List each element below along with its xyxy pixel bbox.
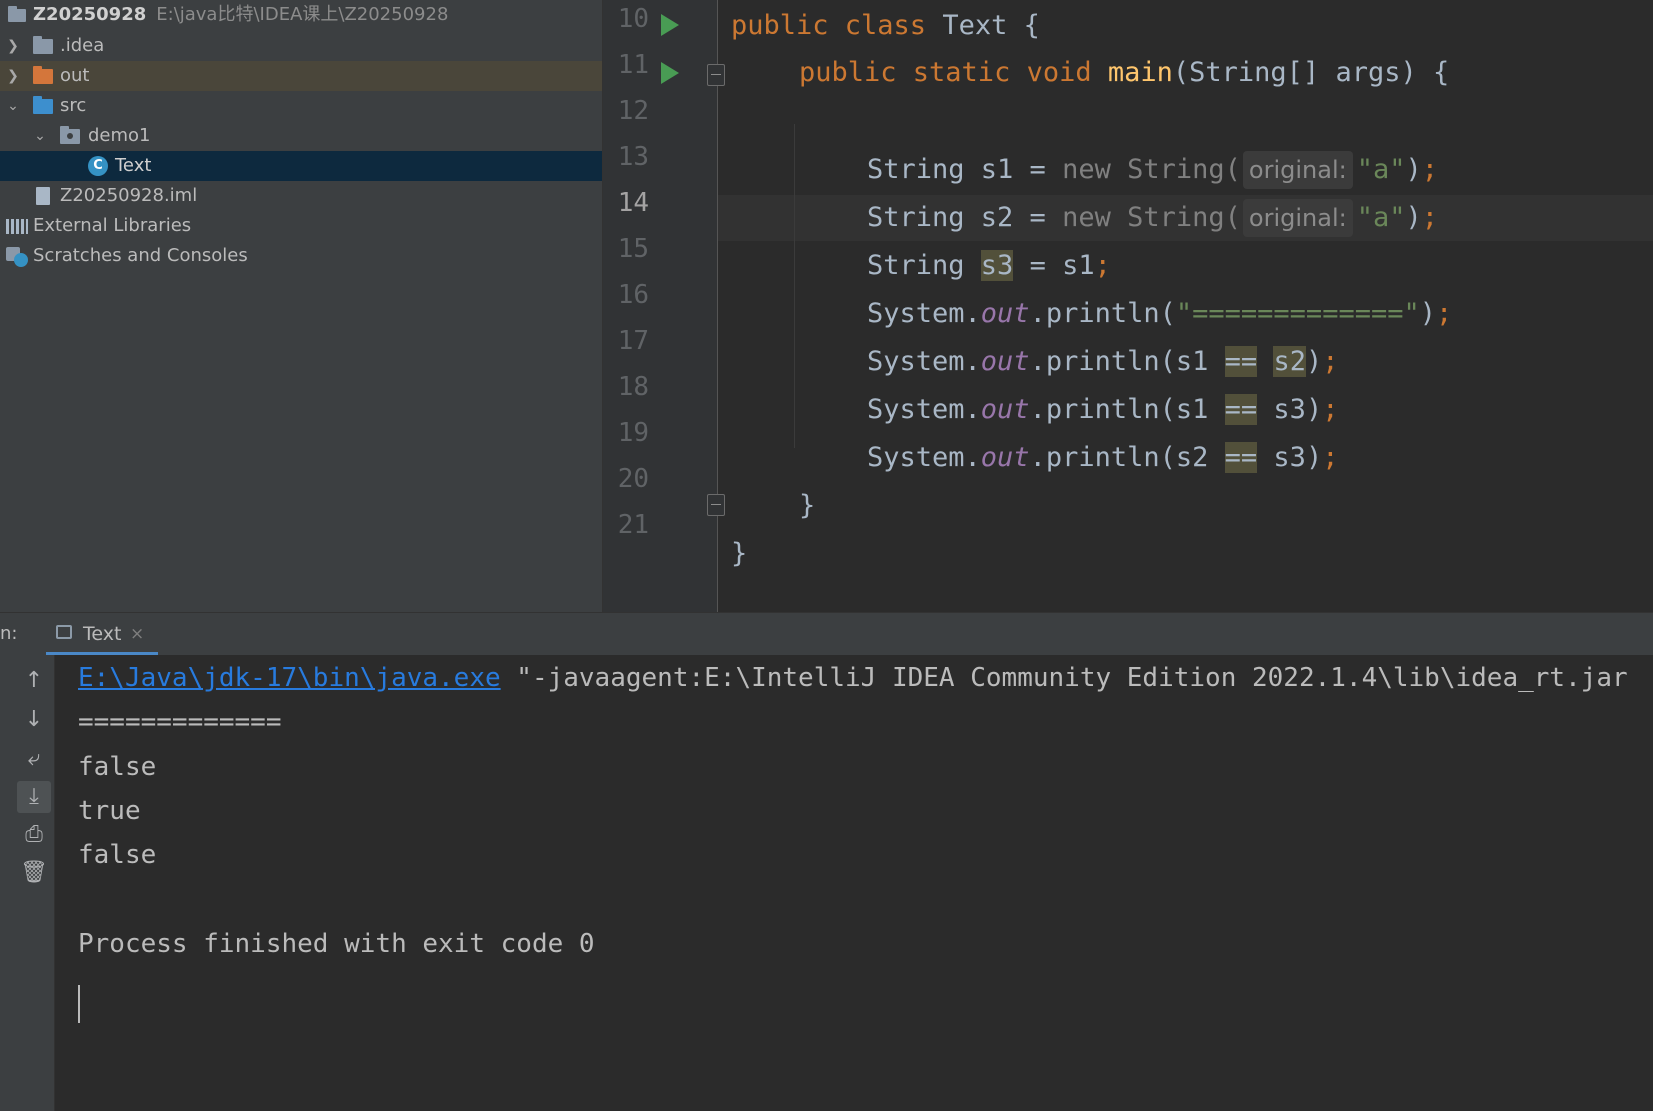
java-class-icon: C — [88, 156, 108, 176]
parameter-hint: original: — [1242, 151, 1353, 189]
console-line: true — [78, 796, 141, 826]
tree-item-label: src — [60, 95, 87, 116]
code-line-10[interactable]: public class Text { — [731, 3, 1040, 49]
project-root-name: Z20250928 — [33, 4, 147, 25]
console-line: false — [78, 840, 157, 870]
code-line-13[interactable]: String s1 = new String(original: "a"); — [867, 147, 1438, 193]
tree-item-label: External Libraries — [33, 215, 192, 236]
iml-file-icon — [36, 187, 50, 205]
chevron-right-icon[interactable]: ❯ — [4, 31, 22, 61]
code-line-14[interactable]: String s2 = new String(original: "a"); — [867, 195, 1438, 241]
usage-highlight: == — [1224, 346, 1258, 377]
line-number: 16 — [617, 280, 649, 310]
print-icon[interactable]: ⎙ — [17, 819, 51, 851]
project-root-path: E:\java比特\IDEA课上\Z20250928 — [156, 4, 449, 25]
usage-highlight: s3 — [980, 250, 1014, 281]
line-number: 18 — [617, 372, 649, 402]
line-number-current: 14 — [617, 188, 649, 218]
line-number: 12 — [617, 96, 649, 126]
tree-item-label: Scratches and Consoles — [33, 245, 248, 266]
usage-highlight: s2 — [1273, 346, 1306, 377]
tree-item-iml[interactable]: Z20250928.iml — [0, 181, 602, 211]
line-number: 15 — [617, 234, 649, 264]
chevron-down-icon[interactable]: ⌄ — [4, 91, 22, 121]
java-path-link[interactable]: E:\Java\jdk-17\bin\java.exe — [78, 663, 501, 693]
code-line-20[interactable]: } — [799, 483, 815, 529]
chevron-right-icon[interactable]: ❯ — [4, 61, 22, 91]
tree-item-idea[interactable]: ❯ .idea — [0, 31, 602, 61]
line-number: 13 — [617, 142, 649, 172]
parameter-hint: original: — [1242, 199, 1353, 237]
run-main-icon[interactable] — [661, 62, 679, 84]
line-number: 19 — [617, 418, 649, 448]
tree-item-scratches[interactable]: Scratches and Consoles — [0, 241, 602, 271]
console-line: false — [78, 752, 157, 782]
code-line-15[interactable]: String s3 = s1; — [867, 243, 1111, 289]
tree-item-demo1[interactable]: ⌄ demo1 — [0, 121, 602, 151]
tree-item-label: Z20250928.iml — [60, 185, 198, 206]
libraries-icon — [6, 219, 28, 234]
tree-item-out[interactable]: ❯ out — [0, 61, 602, 91]
usage-highlight: == — [1224, 442, 1258, 473]
close-icon[interactable]: × — [130, 613, 144, 655]
code-line-16[interactable]: System.out.println("============="); — [867, 291, 1452, 337]
text-caret — [78, 985, 80, 1023]
console-output[interactable]: E:\Java\jdk-17\bin\java.exe "-javaagent:… — [55, 655, 1653, 1111]
run-window-title: n: — [0, 623, 18, 644]
console-command-line: E:\Java\jdk-17\bin\java.exe "-javaagent:… — [78, 663, 1628, 693]
console-exit-line: Process finished with exit code 0 — [78, 929, 595, 959]
tree-item-text[interactable]: C Text — [0, 151, 602, 181]
run-tool-window-header: n: Text × — [0, 612, 1653, 656]
arrow-down-icon[interactable]: ↓ — [17, 704, 51, 736]
code-line-21[interactable]: } — [731, 531, 747, 577]
tree-item-label: Text — [115, 155, 152, 176]
tree-item-label: .idea — [60, 35, 105, 56]
run-tab-text[interactable]: Text × — [46, 613, 158, 655]
line-number: 11 — [617, 50, 649, 80]
console-icon — [56, 625, 72, 639]
chevron-down-icon[interactable]: ⌄ — [31, 121, 49, 151]
fold-icon[interactable] — [707, 494, 725, 516]
tree-item-src[interactable]: ⌄ src — [0, 91, 602, 121]
console-line: ============= — [78, 707, 282, 737]
run-class-icon[interactable] — [661, 14, 679, 36]
arrow-up-icon[interactable]: ↑ — [17, 665, 51, 697]
project-panel: Z20250928 E:\java比特\IDEA课上\Z20250928 ❯ .i… — [0, 0, 602, 612]
code-line-19[interactable]: System.out.println(s2 == s3); — [867, 435, 1338, 481]
line-number: 20 — [617, 464, 649, 494]
trash-icon[interactable]: 🗑 — [17, 857, 51, 889]
code-line-18[interactable]: System.out.println(s1 == s3); — [867, 387, 1338, 433]
line-number: 17 — [617, 326, 649, 356]
run-toolbar: ↑ ↓ ⤶ ⤓ ⎙ 🗑 — [0, 655, 55, 1111]
tree-item-external-libraries[interactable]: External Libraries — [0, 211, 602, 241]
code-editor[interactable]: 10 11 12 13 14 15 16 17 18 19 20 21 publ… — [602, 0, 1653, 612]
code-line-17[interactable]: System.out.println(s1 == s2); — [867, 339, 1338, 385]
scroll-to-end-icon[interactable]: ⤓ — [17, 781, 51, 813]
scratches-icon — [6, 247, 28, 267]
line-number: 10 — [617, 4, 649, 34]
project-root[interactable]: Z20250928 E:\java比特\IDEA课上\Z20250928 — [0, 0, 602, 30]
code-line-11[interactable]: public static void main(String[] args) { — [799, 50, 1449, 96]
tree-item-label: demo1 — [88, 125, 151, 146]
tree-item-label: out — [60, 65, 90, 86]
line-number: 21 — [617, 510, 649, 540]
fold-icon[interactable] — [707, 64, 725, 86]
usage-highlight: == — [1224, 394, 1258, 425]
soft-wrap-icon[interactable]: ⤶ — [17, 743, 51, 775]
